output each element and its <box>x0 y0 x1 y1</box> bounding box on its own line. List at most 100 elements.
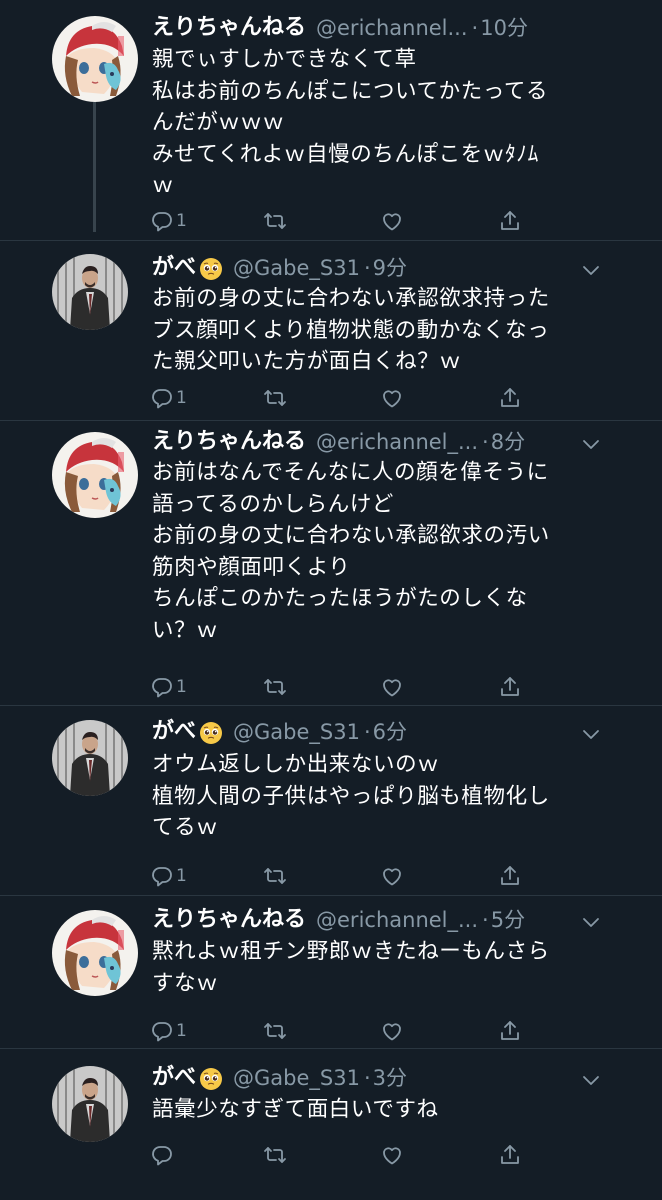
tweet-text-line: オウム返ししか出来ないのｗ <box>152 752 440 777</box>
retweet-icon <box>263 209 287 233</box>
tweet-text-line: ちんぽこのかたったほうがたのしくな <box>152 586 528 611</box>
avatar[interactable] <box>52 254 128 330</box>
display-name[interactable]: えりちゃんねる <box>152 424 306 460</box>
display-name[interactable]: がべ <box>152 250 196 286</box>
display-name[interactable]: がべ <box>152 714 196 750</box>
timestamp[interactable]: 9分 <box>373 250 407 286</box>
like-button[interactable] <box>380 208 404 234</box>
retweet-button[interactable] <box>263 863 287 889</box>
pleading-face-emoji <box>199 256 223 280</box>
user-handle[interactable]: @Gabe_S31 <box>233 250 360 286</box>
reply-button[interactable]: 1 <box>150 863 187 889</box>
retweet-icon <box>263 386 287 410</box>
chevron-down-icon[interactable] <box>582 726 600 738</box>
pleading-face-emoji <box>199 720 223 744</box>
tweet-text-line: ｗ <box>152 173 175 198</box>
timestamp[interactable]: 5分 <box>491 902 525 938</box>
like-button[interactable] <box>380 385 404 411</box>
display-name[interactable]: えりちゃんねる <box>152 10 306 46</box>
reply-count: 1 <box>176 211 187 231</box>
timestamp[interactable]: 8分 <box>491 424 525 460</box>
tweet-header: えりちゃんねる @erichannel... · 10分 <box>152 10 592 46</box>
reply-icon <box>150 1143 174 1167</box>
reply-button[interactable] <box>150 1142 174 1168</box>
reply-button[interactable]: 1 <box>150 674 187 700</box>
chevron-down-icon[interactable] <box>582 436 600 448</box>
user-handle[interactable]: @Gabe_S31 <box>233 1060 360 1096</box>
chevron-down-icon[interactable] <box>582 262 600 274</box>
tweet-text: お前の身の丈に合わない承認欲求持った ブス顔叩くより植物状態の動かなくなっ た親父叩… <box>152 283 612 378</box>
timestamp[interactable]: 10分 <box>480 10 528 46</box>
separator-dot: · <box>482 908 489 932</box>
tweet-actions: 1 <box>150 863 510 889</box>
thread-connector-line <box>93 102 96 232</box>
retweet-icon <box>263 1143 287 1167</box>
tweet-text-line: 植物人間の子供はやっぱり脳も植物化し <box>152 783 550 809</box>
share-button[interactable] <box>498 1142 522 1168</box>
display-name[interactable]: がべ <box>152 1060 196 1096</box>
tweet-text: 黙れよｗ租チン野郎ｗきたねーもんさら すなｗ <box>152 936 612 999</box>
tweet-divider <box>0 895 662 896</box>
share-icon <box>498 209 522 233</box>
avatar[interactable] <box>52 16 138 102</box>
reply-button[interactable]: 1 <box>150 1018 187 1044</box>
tweet-text-line: みせてくれよｗ自慢のちんぽこをｗﾀﾉﾑ <box>152 141 540 167</box>
retweet-button[interactable] <box>263 674 287 700</box>
tweet-text-line: 語ってるのかしらんけど <box>152 491 395 517</box>
share-icon <box>498 386 522 410</box>
like-icon <box>380 675 404 699</box>
user-handle[interactable]: @erichannel_... <box>316 424 478 460</box>
reply-icon <box>150 209 174 233</box>
display-name[interactable]: えりちゃんねる <box>152 902 306 938</box>
tweet-divider <box>0 420 662 421</box>
avatar[interactable] <box>52 432 138 518</box>
user-handle[interactable]: @erichannel... <box>316 10 468 46</box>
reply-icon <box>150 864 174 888</box>
avatar[interactable] <box>52 910 138 996</box>
user-handle[interactable]: @erichannel_... <box>316 902 478 938</box>
retweet-icon <box>263 864 287 888</box>
separator-dot: · <box>363 256 371 280</box>
user-handle[interactable]: @Gabe_S31 <box>233 714 360 750</box>
chevron-down-icon[interactable] <box>582 914 600 926</box>
retweet-icon <box>263 1019 287 1043</box>
chevron-down-icon[interactable] <box>582 1072 600 1084</box>
timestamp[interactable]: 6分 <box>373 714 407 750</box>
share-icon <box>498 864 522 888</box>
retweet-button[interactable] <box>263 1142 287 1168</box>
retweet-button[interactable] <box>263 1018 287 1044</box>
tweet-text: オウム返ししか出来ないのｗ 植物人間の子供はやっぱり脳も植物化し てるｗ <box>152 749 612 844</box>
tweet-text-line: い？ｗ <box>152 617 219 643</box>
retweet-button[interactable] <box>263 385 287 411</box>
reply-button[interactable]: 1 <box>150 385 187 411</box>
share-icon <box>498 1143 522 1167</box>
share-button[interactable] <box>498 863 522 889</box>
separator-dot: · <box>482 430 489 454</box>
share-button[interactable] <box>498 1018 522 1044</box>
tweet-text-line: すなｗ <box>152 970 219 996</box>
like-icon <box>380 1019 404 1043</box>
like-button[interactable] <box>380 1018 404 1044</box>
tweet-divider <box>0 240 662 241</box>
like-button[interactable] <box>380 1142 404 1168</box>
tweet-text-line: 私はお前のちんぽこについてかたってる <box>152 78 549 104</box>
reply-icon <box>150 675 174 699</box>
share-button[interactable] <box>498 674 522 700</box>
reply-button[interactable]: 1 <box>150 208 187 234</box>
retweet-button[interactable] <box>263 208 287 234</box>
share-button[interactable] <box>498 385 522 411</box>
share-button[interactable] <box>498 208 522 234</box>
share-icon <box>498 675 522 699</box>
tweet-actions: 1 <box>150 1018 510 1044</box>
avatar[interactable] <box>52 720 128 796</box>
reply-icon <box>150 1019 174 1043</box>
like-button[interactable] <box>380 674 404 700</box>
reply-count: 1 <box>176 388 187 408</box>
avatar[interactable] <box>52 1066 128 1142</box>
tweet-text-line: お前の身の丈に合わない承認欲求の汚い <box>152 523 550 548</box>
tweet-divider <box>0 1048 662 1049</box>
like-button[interactable] <box>380 863 404 889</box>
reply-count: 1 <box>176 1021 187 1041</box>
separator-dot: · <box>363 720 371 744</box>
timestamp[interactable]: 3分 <box>373 1060 407 1096</box>
